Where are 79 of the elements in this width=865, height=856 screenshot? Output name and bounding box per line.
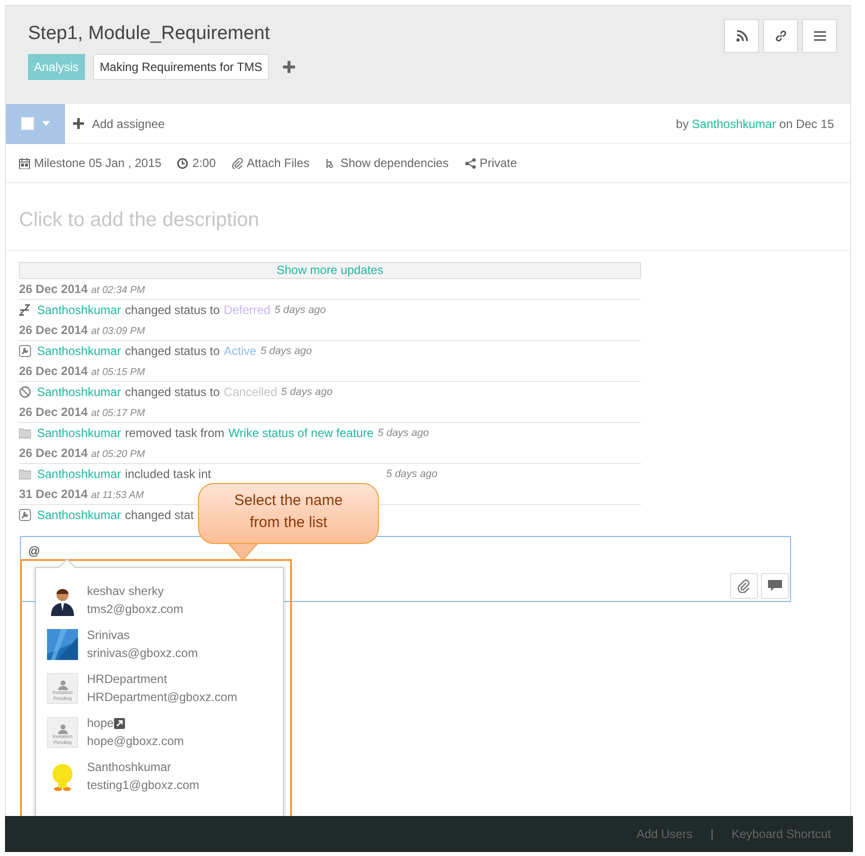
footer-link[interactable]: Keyboard Shortcut bbox=[732, 825, 831, 843]
privacy-link[interactable]: Private bbox=[464, 154, 517, 172]
paperclip-icon bbox=[737, 579, 751, 593]
user-email: testing1@gboxz.com bbox=[87, 777, 200, 794]
mention-item[interactable]: Santhoshkumar testing1@gboxz.com bbox=[36, 754, 283, 798]
author-line: by Santhoshkumar on Dec 15 bbox=[676, 116, 834, 132]
speech-bubble-icon bbox=[768, 580, 782, 592]
user-name: HRDepartment bbox=[87, 671, 168, 688]
show-more-button[interactable]: Show more updates bbox=[19, 262, 641, 278]
paperclip-icon bbox=[232, 158, 243, 168]
update-text: changed status to bbox=[125, 302, 220, 319]
user-link[interactable]: Santhoshkumar bbox=[37, 423, 122, 443]
share-icon bbox=[464, 158, 476, 168]
update-date: 26 Dec 2014 at 05:17 PM bbox=[19, 402, 641, 423]
wrench-icon bbox=[19, 509, 31, 521]
user-icon bbox=[58, 724, 68, 734]
milestone-link[interactable]: Milestone 05 Jan , 2015 bbox=[19, 154, 162, 172]
time-ago: 5 days ago bbox=[260, 344, 312, 359]
folder-tag[interactable]: Making Requirements for TMS bbox=[92, 54, 270, 80]
wrench-icon bbox=[19, 345, 31, 357]
callout: Select the name from the list bbox=[198, 483, 379, 544]
user-email: tms2@gboxz.com bbox=[87, 601, 184, 618]
plus-icon bbox=[73, 118, 84, 129]
attach-button[interactable] bbox=[730, 573, 758, 599]
status-value: Active bbox=[224, 343, 256, 360]
update-date: 26 Dec 2014 at 05:20 PM bbox=[19, 443, 641, 464]
user-link[interactable]: Santhoshkumar bbox=[37, 382, 122, 402]
sleep-icon bbox=[19, 304, 31, 316]
user-email: HRDepartment@gboxz.com bbox=[87, 689, 238, 706]
link-button[interactable] bbox=[763, 19, 798, 53]
comment-button[interactable] bbox=[761, 573, 789, 599]
folder-icon bbox=[19, 468, 31, 480]
calendar-icon bbox=[19, 158, 30, 168]
menu-icon bbox=[814, 31, 826, 41]
user-icon bbox=[58, 680, 68, 690]
attach-files-link[interactable]: Attach Files bbox=[232, 154, 310, 172]
user-link[interactable]: Santhoshkumar bbox=[37, 341, 122, 361]
update-date: 26 Dec 2014 at 05:15 PM bbox=[19, 361, 641, 382]
update-text: changed status to bbox=[125, 384, 220, 401]
prohibited-icon bbox=[19, 386, 31, 398]
time-ago: 5 days ago bbox=[281, 385, 333, 400]
clock-icon bbox=[177, 158, 188, 168]
user-name: Srinivas bbox=[87, 627, 130, 644]
rss-button[interactable] bbox=[724, 19, 759, 53]
update-text: removed task from bbox=[125, 425, 224, 442]
checkbox[interactable] bbox=[21, 117, 34, 130]
task-title: Step1, Module_Requirement bbox=[28, 22, 270, 46]
status-value: Cancelled bbox=[224, 384, 278, 401]
separator: | bbox=[710, 826, 714, 843]
user-email: srinivas@gboxz.com bbox=[87, 645, 198, 662]
update-text: included task int bbox=[125, 466, 212, 483]
status-value: Wrike status of new feature bbox=[228, 425, 374, 442]
plus-icon[interactable] bbox=[283, 61, 296, 73]
link-icon bbox=[774, 29, 788, 43]
status-value: Deferred bbox=[224, 302, 270, 319]
user-name: keshav sherky bbox=[87, 583, 164, 600]
menu-button[interactable] bbox=[802, 19, 837, 53]
user-link[interactable]: Santhoshkumar bbox=[37, 300, 122, 320]
rss-icon bbox=[736, 30, 748, 42]
time-ago: 5 days ago bbox=[386, 467, 438, 482]
user-name: hope bbox=[87, 715, 114, 732]
update-date: 26 Dec 2014 at 02:34 PM bbox=[19, 279, 641, 300]
update-text: changed status to bbox=[125, 343, 220, 360]
folder-icon bbox=[19, 427, 31, 439]
time-estimate-link[interactable]: 2:00 bbox=[177, 154, 216, 172]
caret-icon bbox=[42, 121, 50, 126]
footer-link[interactable]: Add Users bbox=[636, 825, 692, 843]
time-ago: 5 days ago bbox=[378, 426, 429, 441]
update-text: changed stat bbox=[125, 507, 194, 524]
user-email: hope@gboxz.com bbox=[87, 733, 184, 750]
user-name: Santhoshkumar bbox=[87, 759, 172, 776]
show-dependencies-link[interactable]: Show dependencies bbox=[325, 154, 449, 172]
time-ago: 5 days ago bbox=[274, 303, 326, 318]
add-assignee-button[interactable]: Add assignee bbox=[73, 114, 165, 132]
user-link[interactable]: Santhoshkumar bbox=[37, 505, 122, 525]
update-date: 26 Dec 2014 at 03:09 PM bbox=[19, 320, 641, 341]
author-link[interactable]: Santhoshkumar bbox=[692, 116, 776, 130]
user-link[interactable]: Santhoshkumar bbox=[37, 464, 122, 484]
mention-item[interactable]: Srinivas srinivas@gboxz.com bbox=[36, 622, 283, 666]
